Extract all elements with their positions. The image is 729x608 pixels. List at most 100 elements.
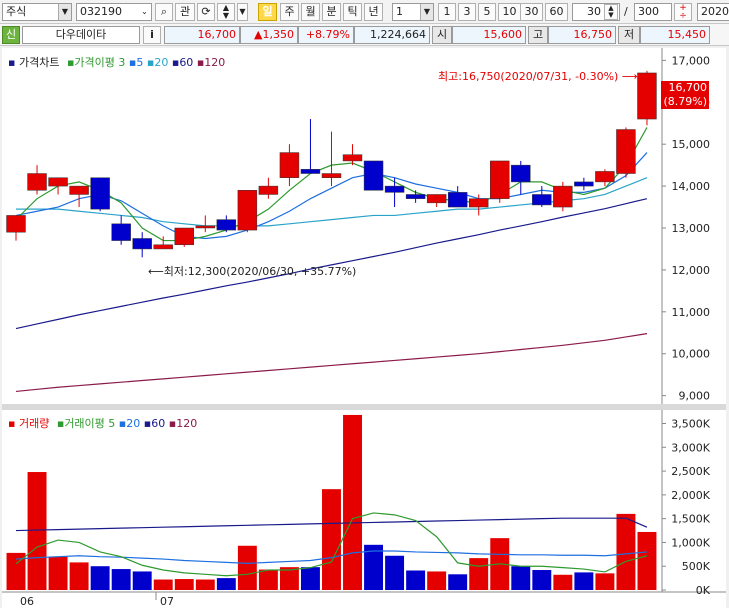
tab-tick[interactable]: 틱 [343, 3, 362, 21]
volume-legend-ma60: 60 [151, 417, 166, 430]
interval-dropdown-icon[interactable]: ▼ [420, 4, 433, 20]
interval-button-10[interactable]: 10 [498, 3, 521, 21]
stock-name[interactable]: 다우데이타 [22, 26, 140, 44]
low-value: 15,450 [640, 26, 710, 44]
volume-bar [322, 489, 341, 590]
last-pct-tag: (8.79%) [661, 95, 709, 109]
volume-tick-label: 2,000K [671, 489, 710, 502]
tab-minute[interactable]: 분 [322, 3, 341, 21]
candle-body [637, 72, 657, 120]
code-dropdown-icon[interactable]: ⌄ [138, 4, 151, 20]
volume-bar [595, 573, 615, 590]
interval-button-30[interactable]: 30 [520, 3, 543, 21]
volume-legend-ma5: 5 [108, 417, 116, 430]
price-legend-ma20: 20 [154, 56, 169, 69]
volume-tick-label: 3,000K [671, 441, 710, 454]
candle-body [363, 160, 384, 191]
market-dropdown-icon[interactable]: ▼ [58, 4, 71, 20]
interval-button-1[interactable]: 1 [438, 3, 456, 21]
candle-body [237, 190, 258, 231]
tab-daily[interactable]: 일 [258, 3, 277, 21]
candle-body [616, 129, 636, 174]
interval-value: 1 [396, 5, 403, 18]
candle-body [48, 177, 68, 187]
volume-bar [448, 574, 468, 590]
panel-separator [2, 404, 726, 410]
updown-icon[interactable]: ▲ ▼ [217, 3, 235, 21]
high-annotation: 최고:16,750(2020/07/31, -0.30%) ⟶ [438, 70, 638, 83]
volume-tick-label: 0K [696, 584, 711, 597]
price-tick-label: 9,000 [679, 390, 711, 403]
candle-body [595, 171, 615, 183]
volume-legend-ma120: 120 [176, 417, 198, 430]
candle-body [69, 185, 89, 195]
open-label: 시 [432, 26, 452, 44]
candle-body [490, 160, 510, 199]
candle-body [511, 164, 531, 183]
toolbar: 주식 ▼ 032190 ⌄ ⌕ 관 ⟳ ▲ ▼ ▼ 일 주월분틱년 1 ▼ 135… [0, 0, 729, 24]
price-tick-label: 15,000 [672, 138, 711, 151]
candle-body [426, 194, 447, 204]
volume-bar [90, 566, 110, 590]
stock-code-value: 032190 [80, 5, 122, 18]
last-price-tag: 16,700 [661, 81, 709, 95]
high-annotation-text: 최고:16,750(2020/07/31, -0.30%) [438, 70, 619, 83]
chart-svg[interactable]: 17,00016,00015,00014,00013,00012,00011,0… [2, 48, 726, 608]
volume-bar [469, 558, 489, 590]
info-button[interactable]: i [143, 26, 161, 44]
date-input[interactable]: 2020/ [697, 3, 729, 21]
volume-bar [237, 545, 257, 590]
count-spinner-icon[interactable]: ▲ ▼ [604, 4, 618, 20]
volume-legend: ▪ 거래량 ▪거래이평 5 ▪20 ▪60 ▪120 [8, 417, 198, 430]
volume-bar [616, 513, 636, 590]
volume-bar [532, 570, 552, 590]
candle-body [195, 225, 216, 229]
search-icon[interactable]: ⌕ [155, 3, 173, 21]
interval-button-60[interactable]: 60 [545, 3, 568, 21]
quote-bar: 신 다우데이타 i 16,700 ▲1,350 +8.79% 1,224,664… [0, 24, 729, 46]
x-label-06: 06 [20, 595, 34, 608]
candle-body [216, 219, 237, 231]
candle-body [300, 169, 321, 174]
volume-value: 1,224,664 [354, 26, 430, 44]
credit-badge: 신 [2, 26, 20, 44]
candle-body [342, 154, 363, 162]
tab-weekly[interactable]: 주 [280, 3, 299, 21]
price-tick-label: 14,000 [672, 180, 711, 193]
related-button[interactable]: 관 [175, 3, 195, 21]
candle-body [447, 192, 468, 208]
market-label: 주식 [6, 5, 27, 18]
volume-bar [300, 567, 320, 590]
volume-tick-label: 3,500K [671, 418, 710, 431]
volume-bar [216, 578, 236, 590]
chart-area[interactable]: 17,00016,00015,00014,00013,00012,00011,0… [2, 48, 726, 608]
volume-bar [111, 569, 131, 590]
volume-legend-title: 거래량 [18, 417, 50, 430]
candle-body [532, 194, 552, 206]
price-change-pct: +8.79% [298, 26, 354, 44]
interval-button-3[interactable]: 3 [458, 3, 476, 21]
volume-bar [511, 566, 531, 590]
price-legend-ma-label: 가격이평 [74, 56, 115, 69]
volume-bar [48, 556, 68, 590]
count-total-value: 300 [638, 5, 659, 18]
more-dropdown-icon[interactable]: ▼ [237, 3, 248, 21]
candle-body [468, 198, 489, 208]
candle-body [321, 173, 342, 178]
count-total[interactable]: 300 [634, 3, 672, 21]
tab-yearly[interactable]: 년 [364, 3, 383, 21]
candle-body [6, 215, 26, 233]
candle-body [132, 238, 152, 250]
candle-body [90, 177, 110, 210]
volume-bar [132, 571, 152, 590]
high-label: 고 [528, 26, 548, 44]
refresh-icon[interactable]: ⟳ [197, 3, 215, 21]
candle-body [553, 185, 573, 208]
volume-tick-label: 2,500K [671, 465, 710, 478]
stock-name-text: 다우데이타 [55, 28, 107, 41]
price-legend-title: 가격차트 [18, 56, 60, 69]
reset-icon[interactable]: + ÷ [674, 3, 692, 21]
price-tick-label: 13,000 [672, 222, 711, 235]
tab-monthly[interactable]: 월 [301, 3, 320, 21]
interval-button-5[interactable]: 5 [478, 3, 496, 21]
